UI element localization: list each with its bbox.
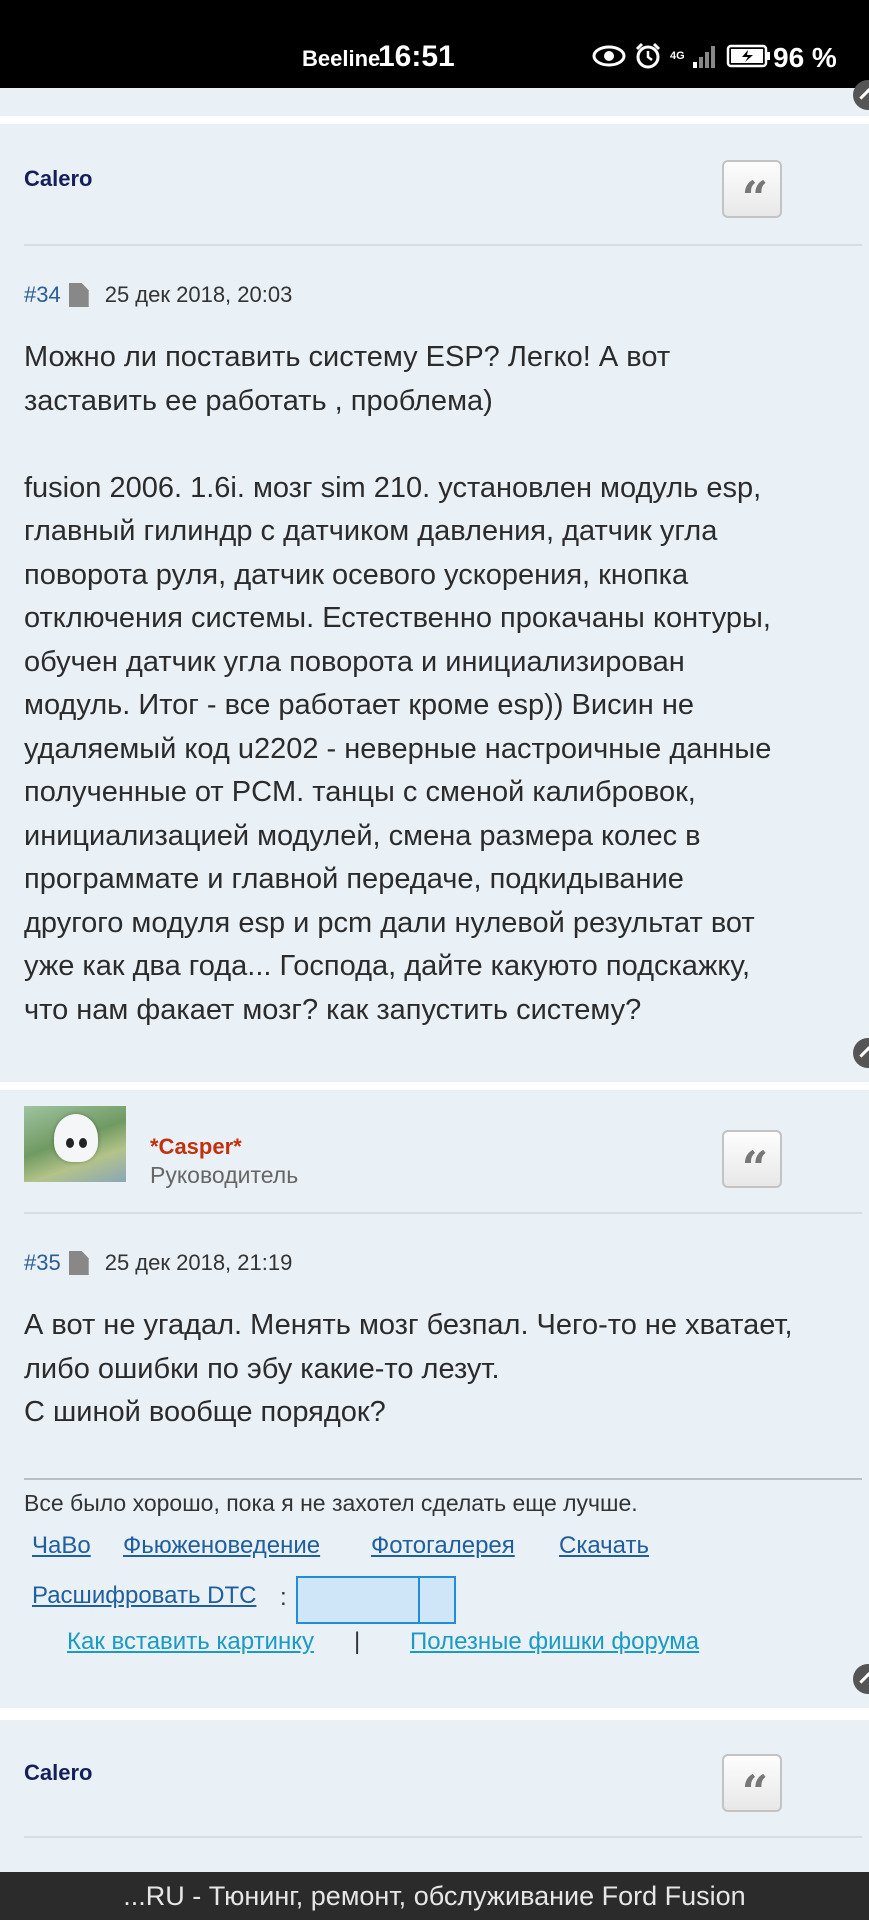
link-fusion-guide[interactable]: Фьюженоведение [123,1532,320,1560]
avatar[interactable] [24,1106,126,1182]
post-date: 25 дек 2018, 21:19 [104,1250,293,1275]
post: *Casper* Руководитель “ #35 25 дек 2018,… [0,1090,869,1708]
link-separator: | [354,1628,361,1655]
post-gap [0,116,869,124]
quote-button[interactable]: “ [722,1130,782,1195]
author-role: Руководитель [150,1162,299,1188]
avatar-ghost [54,1114,98,1162]
link-photo-gallery[interactable]: Фотогалерея [371,1532,515,1560]
post-gap [0,1082,869,1090]
quote-button[interactable]: “ [722,160,782,225]
footer-text: ...RU - Тюнинг, ремонт, обслуживание For… [123,1881,746,1911]
alarm-icon [635,42,661,69]
post-author[interactable]: Calero [24,166,92,192]
post-author[interactable]: *Casper* [150,1134,242,1160]
status-icons: 4G [592,42,772,70]
dtc-submit-button[interactable] [418,1576,456,1624]
document-icon[interactable] [68,283,89,307]
quote-button[interactable]: “ [722,1754,782,1819]
clock: 16:51 [378,40,455,73]
link-forum-tips[interactable]: Полезные фишки форума [410,1628,699,1656]
post-divider [24,1212,862,1214]
document-icon[interactable] [68,1251,89,1275]
link-faq[interactable]: ЧаВо [32,1532,91,1560]
link-insert-image[interactable]: Как вставить картинку [67,1628,314,1656]
post-message: Можно ли поставить систему ESP? Легко! А… [24,341,772,1026]
post: Calero “ #34 25 дек 2018, 20:03 Можно ли… [0,124,869,1082]
post-meta: #35 25 дек 2018, 21:19 [24,1250,292,1276]
status-bar: Beeline 16:51 4G 96 % [0,0,869,88]
site-footer: ...RU - Тюнинг, ремонт, обслуживание For… [0,1872,869,1920]
scroll-top-icon[interactable] [853,1664,869,1694]
previous-post-fragment [0,80,869,116]
dtc-colon: : [280,1584,287,1611]
post-gap [0,1708,869,1720]
signal-icon [693,46,715,68]
post-divider [24,244,862,246]
eye-icon [592,45,626,67]
post-number-link[interactable]: #34 [24,282,61,308]
scroll-top-icon[interactable] [853,1038,869,1068]
link-decode-dtc[interactable]: Расшифровать DTC [32,1582,256,1610]
link-download[interactable]: Скачать [559,1532,649,1560]
post: Calero “ [0,1720,869,1872]
dtc-input[interactable] [296,1576,422,1624]
battery-icon [726,44,770,68]
signature-separator [24,1478,862,1480]
post-number-link[interactable]: #35 [24,1250,61,1276]
signature-text: Все было хорошо, пока я не захотел сдела… [24,1490,638,1516]
post-author[interactable]: Calero [24,1760,92,1786]
post-divider [24,1836,862,1838]
carrier-label: Beeline [302,46,381,71]
post-meta: #34 25 дек 2018, 20:03 [24,282,292,308]
quote-icon: “ [741,171,769,225]
post-date: 25 дек 2018, 20:03 [104,282,293,307]
post-message: А вот не угадал. Менять мозг безпал. Чег… [24,1309,793,1428]
quote-icon: “ [741,1765,769,1819]
battery-percent: 96 % [773,42,837,73]
quote-icon: “ [741,1141,769,1195]
network-type: 4G [670,49,685,62]
